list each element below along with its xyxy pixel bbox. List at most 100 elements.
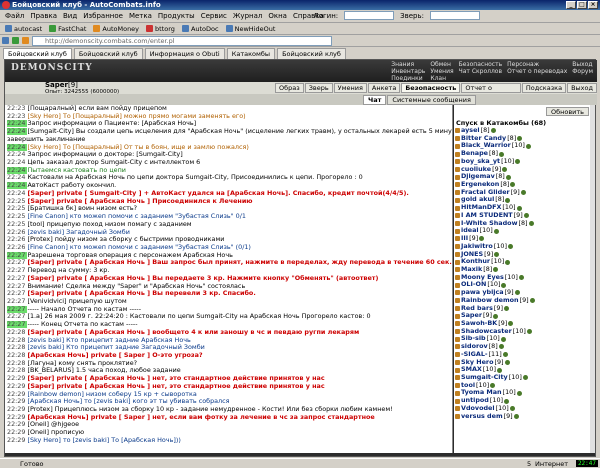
menu-item[interactable]: Журнал	[230, 12, 265, 20]
game-nav-link[interactable]: Выход	[572, 61, 593, 68]
toolbar-button[interactable]: bttorg	[144, 25, 177, 33]
minimize-button[interactable]: _	[566, 1, 576, 9]
info-icon[interactable]	[496, 367, 502, 373]
info-icon[interactable]	[502, 352, 508, 358]
info-icon[interactable]	[518, 275, 524, 281]
toolbar-button[interactable]: AutoDoc	[180, 25, 221, 33]
game-nav-link[interactable]: Знания	[391, 61, 425, 68]
toolbar-button[interactable]: NewHideOut	[224, 25, 278, 33]
game-nav-link[interactable]: Клан	[430, 75, 453, 82]
menu-item[interactable]: Метка	[126, 12, 155, 20]
browser-tab[interactable]: Катакомбы	[226, 48, 276, 59]
home-icon[interactable]	[22, 37, 29, 44]
refresh-button[interactable]: Обновить	[545, 107, 589, 116]
info-icon[interactable]	[515, 159, 521, 165]
chat-tab[interactable]: Системные сообщения	[387, 95, 476, 105]
menu-item[interactable]: Вид	[60, 12, 80, 20]
chat-message: [Sky Hero] то [zevis baki] То [Арабская …	[27, 436, 181, 444]
maximize-button[interactable]: □	[577, 1, 587, 9]
browser-tab[interactable]: Бойцовский клуб	[277, 48, 346, 59]
user-button[interactable]: Анкета	[367, 83, 401, 93]
online-scrollbar[interactable]	[590, 105, 595, 453]
user-button[interactable]: Подсказка	[521, 83, 567, 93]
info-icon[interactable]	[493, 267, 499, 273]
info-icon[interactable]	[514, 290, 520, 296]
info-icon[interactable]	[504, 398, 510, 404]
login-input[interactable]	[344, 11, 395, 20]
menu-item[interactable]: Продукты	[155, 12, 198, 20]
info-icon[interactable]	[490, 383, 496, 389]
info-icon[interactable]	[490, 128, 496, 134]
info-icon[interactable]	[503, 305, 509, 311]
game-nav-link[interactable]: Форум	[572, 68, 593, 75]
info-icon[interactable]	[520, 190, 526, 196]
info-icon[interactable]	[494, 251, 500, 257]
menu-item[interactable]: Файл	[2, 12, 27, 20]
game-nav-link[interactable]: Персонаж	[507, 61, 567, 68]
menu-item[interactable]: Правка	[27, 12, 60, 20]
info-icon[interactable]	[529, 298, 535, 304]
info-icon[interactable]	[501, 282, 507, 288]
info-icon[interactable]	[502, 166, 508, 172]
url-input[interactable]: http://demonscity.combats.com/enter.pl	[32, 35, 332, 46]
game-nav-link[interactable]: Безопасность	[459, 61, 503, 68]
info-icon[interactable]	[498, 344, 504, 350]
user-button[interactable]: Зверь	[304, 83, 333, 93]
user-button[interactable]: Безопасность	[401, 83, 461, 93]
game-nav-link[interactable]: Отчет о переводах	[507, 68, 567, 75]
user-name[interactable]: Saper	[45, 81, 68, 89]
chat-log[interactable]: 22:23 [Пощаралный] если вам пойду прицеп…	[5, 105, 453, 453]
menu-item[interactable]: Окна	[265, 12, 290, 20]
info-icon[interactable]	[523, 213, 529, 219]
chat-line: 22:28 [Лагуна] кому снять проклятие?	[5, 360, 452, 368]
user-button[interactable]: Отчет о переводах	[461, 83, 521, 101]
menu-item[interactable]: Сервис	[198, 12, 230, 20]
toolbar-button[interactable]: autocast	[3, 25, 44, 33]
game-nav-link[interactable]: Инвентарь	[391, 68, 425, 75]
back-icon[interactable]	[2, 37, 9, 44]
menu-item[interactable]: Избранное	[80, 12, 126, 20]
info-icon[interactable]	[525, 143, 531, 149]
info-icon[interactable]	[505, 197, 511, 203]
close-button[interactable]: ×	[588, 1, 598, 9]
info-icon[interactable]	[507, 244, 513, 250]
info-icon[interactable]	[528, 220, 534, 226]
game-nav-link[interactable]: Обмен	[430, 61, 453, 68]
info-icon[interactable]	[508, 321, 514, 327]
toolbar-label: NewHideOut	[234, 24, 276, 33]
info-icon[interactable]	[509, 406, 515, 412]
info-icon[interactable]	[500, 336, 506, 342]
info-icon[interactable]	[504, 359, 510, 365]
server-select[interactable]	[430, 11, 480, 20]
window-titlebar: Бойцовский клуб - AutoCombats.info _ □ ×	[0, 0, 600, 10]
info-icon[interactable]	[505, 259, 511, 265]
game-nav-link[interactable]: Поединки	[391, 75, 425, 82]
info-icon[interactable]	[479, 236, 485, 242]
info-icon[interactable]	[516, 390, 522, 396]
info-icon[interactable]	[493, 313, 499, 319]
game-nav-link[interactable]: Умения	[430, 68, 453, 75]
browser-tab[interactable]: Бойцовский клуб	[3, 48, 72, 59]
info-icon[interactable]	[505, 174, 511, 180]
user-name[interactable]: versus dem	[461, 412, 503, 421]
chat-message: [Protex] Прицеплюсь низом за сборку 10 к…	[27, 406, 393, 414]
browser-tab[interactable]: Бойцовский клуб	[73, 48, 143, 59]
info-icon[interactable]	[510, 182, 516, 188]
online-user[interactable]: versus dem [9]	[454, 412, 595, 421]
toolbar-button[interactable]: FastChat	[47, 25, 88, 33]
game-nav-link[interactable]: Чат Скроллов	[459, 68, 503, 75]
user-button[interactable]: Образ	[275, 83, 304, 93]
info-icon[interactable]	[516, 205, 522, 211]
toolbar-button[interactable]: AutoMoney	[91, 25, 141, 33]
info-icon[interactable]	[522, 375, 528, 381]
info-icon[interactable]	[493, 228, 499, 234]
info-icon[interactable]	[499, 151, 505, 157]
forward-icon[interactable]	[12, 37, 19, 44]
info-icon[interactable]	[513, 413, 519, 419]
info-icon[interactable]	[517, 136, 523, 142]
user-button[interactable]: Умения	[333, 83, 367, 93]
browser-tab[interactable]: Информация о Obuti	[144, 48, 225, 59]
info-icon[interactable]	[526, 329, 532, 335]
user-button[interactable]: Выход	[567, 83, 597, 93]
chat-tab[interactable]: Чат	[363, 95, 387, 105]
